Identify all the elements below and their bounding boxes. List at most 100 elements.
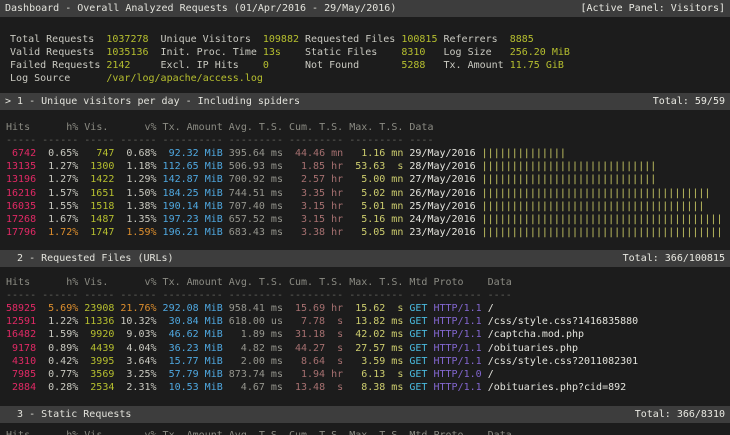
hits-percent: 1.27% — [42, 160, 78, 173]
max-time-served: 3.59 ms — [349, 355, 403, 368]
date: 28/May/2016 — [409, 160, 475, 173]
metric-value: /var/log/apache/access.log — [106, 72, 160, 85]
metric-label: Static Files — [305, 46, 401, 59]
date: 23/May/2016 — [409, 226, 475, 239]
summary-row: Total Requests1037278Unique Visitors1098… — [0, 33, 730, 46]
title-bar: Dashboard - Overall Analyzed Requests (0… — [0, 0, 730, 17]
goaccess-dashboard: Dashboard - Overall Analyzed Requests (0… — [0, 0, 730, 435]
max-time-served: 27.57 ms — [349, 342, 403, 355]
panel-total: Total: 366/8310 — [635, 408, 725, 421]
hits-bar: ||||||||||||||||||||||||||||| — [482, 173, 657, 186]
hits: 2884 — [0, 381, 36, 394]
avg-time-served: 2.00 ms — [229, 355, 283, 368]
http-protocol: HTTP/1.1 — [433, 355, 481, 368]
hits-bar: ||||||||||||||||||||||||||||| — [482, 160, 657, 173]
max-time-served: 6.13 s — [349, 368, 403, 381]
visitor-row[interactable]: 17796 1.72% 1747 1.59% 196.21 MiB 683.43… — [0, 226, 730, 239]
visitor-row[interactable]: 16035 1.55% 1518 1.38% 190.14 MiB 707.40… — [0, 200, 730, 213]
tx-amount: 190.14 MiB — [163, 200, 223, 213]
hits-percent: 0.28% — [42, 381, 78, 394]
panel-header-static-requests[interactable]: 3 - Static Requests Total: 366/8310 — [0, 406, 730, 423]
request-url: /css/style.css?2011082301 — [488, 355, 639, 368]
metric-value: 256.20 MiB — [510, 46, 582, 59]
hits: 13196 — [0, 173, 36, 186]
max-time-served: 8.38 ms — [349, 381, 403, 394]
avg-time-served: 744.51 ms — [229, 187, 283, 200]
max-time-served: 53.63 s — [349, 160, 403, 173]
visitor-row[interactable]: 13196 1.27% 1422 1.29% 142.87 MiB 700.92… — [0, 173, 730, 186]
visitors-percent: 10.32% — [120, 315, 156, 328]
metric-value: 13s — [263, 46, 305, 59]
metric-label: Unique Visitors — [161, 33, 263, 46]
visitor-row[interactable]: 16216 1.57% 1651 1.50% 184.25 MiB 744.51… — [0, 187, 730, 200]
visitor-row[interactable]: 17268 1.67% 1487 1.35% 197.23 MiB 657.52… — [0, 213, 730, 226]
metric-value: 1035136 — [106, 46, 160, 59]
visitors: 1422 — [84, 173, 114, 186]
request-row[interactable]: 58925 5.69% 23908 21.76% 292.08 MiB 958.… — [0, 302, 730, 315]
hits-percent: 1.57% — [42, 187, 78, 200]
request-row[interactable]: 16482 1.59% 9920 9.03% 46.62 MiB 1.89 ms… — [0, 328, 730, 341]
hits: 16216 — [0, 187, 36, 200]
tx-amount: 112.65 MiB — [163, 160, 223, 173]
avg-time-served: 707.40 ms — [229, 200, 283, 213]
visitors: 1487 — [84, 213, 114, 226]
cum-time-served: 7.78 s — [289, 315, 343, 328]
hits-percent: 0.42% — [42, 355, 78, 368]
metric-label: Not Found — [305, 59, 401, 72]
visitors: 747 — [84, 147, 114, 160]
cum-time-served: 3.15 hr — [289, 213, 343, 226]
cum-time-served: 44.27 s — [289, 342, 343, 355]
tx-amount: 92.32 MiB — [163, 147, 223, 160]
column-separator: ----- ------ ----- ------ ---------- ---… — [0, 289, 730, 302]
visitor-row[interactable]: 6742 0.65% 747 0.68% 92.32 MiB 395.64 ms… — [0, 147, 730, 160]
cum-time-served: 3.35 hr — [289, 187, 343, 200]
hits-percent: 1.72% — [42, 226, 78, 239]
visitors-percent: 2.31% — [120, 381, 156, 394]
request-url: / — [488, 368, 494, 381]
avg-time-served: 1.89 ms — [229, 328, 283, 341]
metric-value: 11.75 GiB — [510, 59, 582, 72]
metric-value: 8885 — [510, 33, 582, 46]
metric-label: Failed Requests — [10, 59, 106, 72]
request-row[interactable]: 2884 0.28% 2534 2.31% 10.53 MiB 4.67 ms … — [0, 381, 730, 394]
cum-time-served: 31.18 s — [289, 328, 343, 341]
metric-value: 0 — [263, 59, 305, 72]
avg-time-served: 700.92 ms — [229, 173, 283, 186]
request-row[interactable]: 12591 1.22% 11336 10.32% 30.84 MiB 618.0… — [0, 315, 730, 328]
avg-time-served: 958.41 ms — [229, 302, 283, 315]
panel-header-unique-visitors[interactable]: > 1 - Unique visitors per day - Includin… — [0, 93, 730, 110]
visitors-percent: 1.35% — [120, 213, 156, 226]
hits-percent: 0.89% — [42, 342, 78, 355]
request-row[interactable]: 7985 0.77% 3569 3.25% 57.79 MiB 873.74 m… — [0, 368, 730, 381]
request-row[interactable]: 9178 0.89% 4439 4.04% 36.23 MiB 4.82 ms … — [0, 342, 730, 355]
hits: 4310 — [0, 355, 36, 368]
metric-label: Total Requests — [10, 33, 106, 46]
date: 26/May/2016 — [409, 187, 475, 200]
panel-total: Total: 366/100815 — [623, 252, 725, 265]
metric-label: Requested Files — [305, 33, 401, 46]
panel-title: 1 - Unique visitors per day - Including … — [17, 96, 300, 107]
visitor-row[interactable]: 13135 1.27% 1300 1.18% 112.65 MiB 506.93… — [0, 160, 730, 173]
date: 27/May/2016 — [409, 173, 475, 186]
hits-percent: 5.69% — [42, 302, 78, 315]
tx-amount: 292.08 MiB — [163, 302, 223, 315]
metric-value: 100815 — [401, 33, 443, 46]
request-row[interactable]: 4310 0.42% 3995 3.64% 15.77 MiB 2.00 ms … — [0, 355, 730, 368]
column-headers: Hits h% Vis. v% Tx. Amount Avg. T.S. Cum… — [0, 276, 730, 289]
request-url: /obituaries.php?cid=892 — [488, 381, 626, 394]
max-time-served: 42.02 ms — [349, 328, 403, 341]
metric-value: 1037278 — [106, 33, 160, 46]
visitors-percent: 0.68% — [120, 147, 156, 160]
panel-marker — [5, 409, 17, 420]
visitors: 2534 — [84, 381, 114, 394]
panel-total: Total: 59/59 — [653, 95, 725, 108]
visitors-percent: 4.04% — [120, 342, 156, 355]
panel-header-requested-files[interactable]: 2 - Requested Files (URLs) Total: 366/10… — [0, 250, 730, 267]
tx-amount: 197.23 MiB — [163, 213, 223, 226]
request-url: /captcha.mod.php — [488, 328, 584, 341]
http-protocol: HTTP/1.1 — [433, 328, 481, 341]
visitors: 1518 — [84, 200, 114, 213]
http-protocol: HTTP/1.0 — [433, 368, 481, 381]
visitors: 3569 — [84, 368, 114, 381]
hits: 58925 — [0, 302, 36, 315]
